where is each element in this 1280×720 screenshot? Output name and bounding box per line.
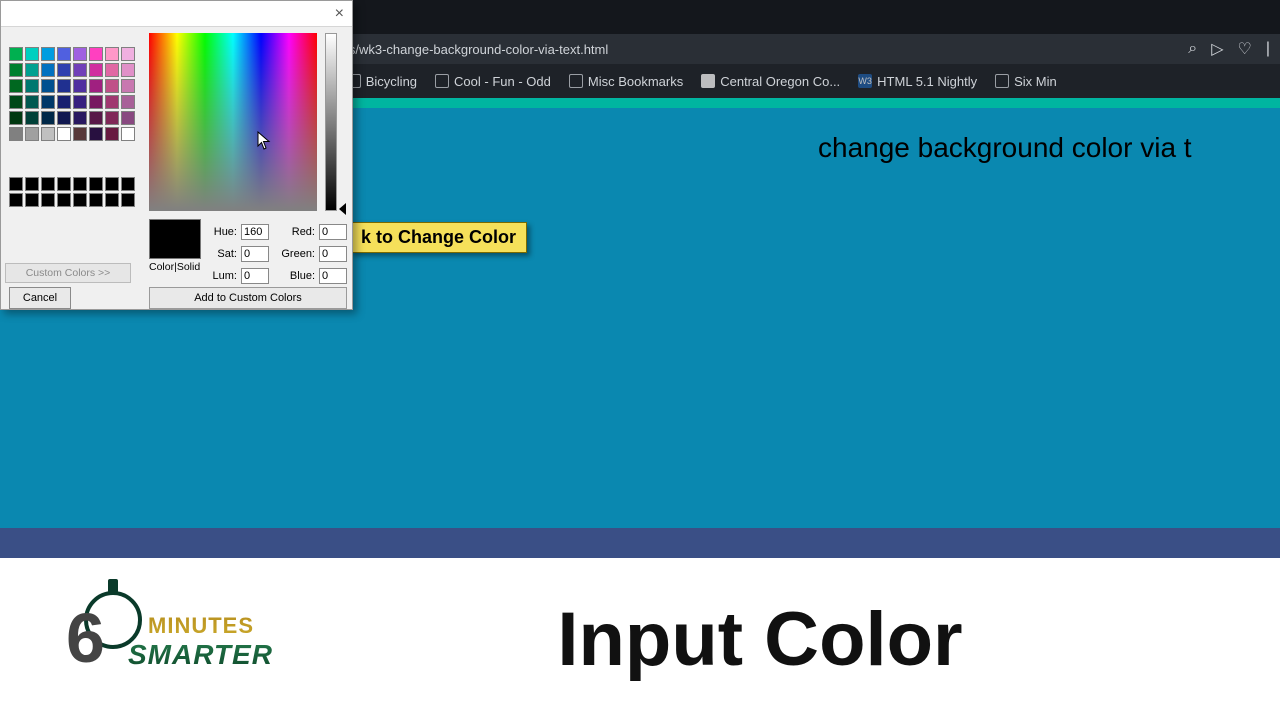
heart-icon[interactable]: ♡ xyxy=(1238,39,1252,59)
basic-color-swatch[interactable] xyxy=(25,127,39,141)
basic-colors-grid[interactable] xyxy=(9,47,135,141)
bookmark-html51[interactable]: W3HTML 5.1 Nightly xyxy=(858,74,977,89)
close-icon[interactable]: × xyxy=(335,5,344,23)
cancel-button[interactable]: Cancel xyxy=(9,287,71,309)
basic-color-swatch[interactable] xyxy=(41,95,55,109)
screenshot-icon[interactable]: ⌕ xyxy=(1188,40,1197,58)
basic-color-swatch[interactable] xyxy=(73,111,87,125)
green-input[interactable] xyxy=(319,246,347,262)
basic-color-swatch[interactable] xyxy=(9,63,23,77)
basic-color-swatch[interactable] xyxy=(105,63,119,77)
basic-color-swatch[interactable] xyxy=(57,127,71,141)
basic-color-swatch[interactable] xyxy=(25,79,39,93)
bookmark-six-min[interactable]: Six Min xyxy=(995,74,1057,89)
add-to-custom-colors-button[interactable]: Add to Custom Colors xyxy=(149,287,347,309)
basic-color-swatch[interactable] xyxy=(41,127,55,141)
define-custom-colors-button: Custom Colors >> xyxy=(5,263,131,283)
folder-icon xyxy=(569,74,583,88)
basic-color-swatch[interactable] xyxy=(57,47,71,61)
basic-color-swatch[interactable] xyxy=(105,95,119,109)
basic-color-swatch[interactable] xyxy=(105,79,119,93)
basic-color-swatch[interactable] xyxy=(73,79,87,93)
video-title-banner: 6 MINUTES SMARTER Input Color xyxy=(0,558,1280,720)
basic-color-swatch[interactable] xyxy=(89,47,103,61)
sat-input[interactable] xyxy=(241,246,269,262)
basic-color-swatch[interactable] xyxy=(41,63,55,77)
basic-color-swatch[interactable] xyxy=(73,47,87,61)
logo-minutes: MINUTES xyxy=(148,613,254,639)
divider-icon: | xyxy=(1266,40,1270,58)
basic-color-swatch[interactable] xyxy=(41,111,55,125)
basic-color-swatch[interactable] xyxy=(105,127,119,141)
basic-color-swatch[interactable] xyxy=(9,95,23,109)
basic-color-swatch[interactable] xyxy=(121,111,135,125)
w3c-icon: W3 xyxy=(858,74,872,88)
color-preview-swatch xyxy=(149,219,201,259)
six-minutes-smarter-logo: 6 MINUTES SMARTER xyxy=(60,579,320,699)
rgb-inputs: Red: Green: Blue: xyxy=(281,221,347,287)
luminance-slider[interactable] xyxy=(325,33,337,211)
color-solid-label: Color|Solid xyxy=(149,261,200,273)
basic-color-swatch[interactable] xyxy=(121,127,135,141)
bookmark-bicycling[interactable]: Bicycling xyxy=(347,74,417,89)
hsl-inputs: Hue: Sat: Lum: xyxy=(211,221,269,287)
basic-color-swatch[interactable] xyxy=(57,95,71,109)
bookmark-central-oregon[interactable]: Central Oregon Co... xyxy=(701,74,840,89)
blue-label: Blue: xyxy=(281,270,315,282)
basic-color-swatch[interactable] xyxy=(121,95,135,109)
reader-icon[interactable]: ▷ xyxy=(1211,39,1223,59)
folder-icon xyxy=(435,74,449,88)
color-picker-dialog: × Custom Colors >> Cancel Color|Solid Hu… xyxy=(0,0,353,310)
basic-color-swatch[interactable] xyxy=(105,111,119,125)
banner-title: Input Color xyxy=(320,596,1280,683)
red-label: Red: xyxy=(281,226,315,238)
basic-color-swatch[interactable] xyxy=(73,63,87,77)
lum-label: Lum: xyxy=(211,270,237,282)
basic-color-swatch[interactable] xyxy=(9,127,23,141)
custom-colors-grid[interactable] xyxy=(9,177,135,207)
basic-color-swatch[interactable] xyxy=(73,127,87,141)
bookmark-misc[interactable]: Misc Bookmarks xyxy=(569,74,683,89)
basic-color-swatch[interactable] xyxy=(121,63,135,77)
basic-color-swatch[interactable] xyxy=(89,79,103,93)
lum-input[interactable] xyxy=(241,268,269,284)
basic-color-swatch[interactable] xyxy=(89,63,103,77)
basic-color-swatch[interactable] xyxy=(9,79,23,93)
basic-color-swatch[interactable] xyxy=(9,47,23,61)
basic-color-swatch[interactable] xyxy=(57,63,71,77)
logo-smarter: SMARTER xyxy=(128,639,273,671)
sat-label: Sat: xyxy=(211,248,237,260)
banner-stripe xyxy=(0,528,1280,558)
basic-color-swatch[interactable] xyxy=(121,47,135,61)
red-input[interactable] xyxy=(319,224,347,240)
basic-color-swatch[interactable] xyxy=(57,111,71,125)
dialog-titlebar[interactable]: × xyxy=(1,1,352,27)
page-title: change background color via t xyxy=(818,132,1192,164)
basic-color-swatch[interactable] xyxy=(89,111,103,125)
folder-icon xyxy=(995,74,1009,88)
basic-color-swatch[interactable] xyxy=(25,95,39,109)
site-icon xyxy=(701,74,715,88)
basic-color-swatch[interactable] xyxy=(57,79,71,93)
green-label: Green: xyxy=(281,248,315,260)
logo-six: 6 xyxy=(66,603,105,673)
basic-color-swatch[interactable] xyxy=(89,95,103,109)
basic-color-swatch[interactable] xyxy=(9,111,23,125)
basic-color-swatch[interactable] xyxy=(105,47,119,61)
basic-color-swatch[interactable] xyxy=(121,79,135,93)
basic-color-swatch[interactable] xyxy=(41,79,55,93)
basic-color-swatch[interactable] xyxy=(25,63,39,77)
color-gradient-field[interactable] xyxy=(149,33,317,211)
hue-input[interactable] xyxy=(241,224,269,240)
basic-color-swatch[interactable] xyxy=(89,127,103,141)
basic-color-swatch[interactable] xyxy=(73,95,87,109)
bookmark-cool-fun-odd[interactable]: Cool - Fun - Odd xyxy=(435,74,551,89)
basic-color-swatch[interactable] xyxy=(25,47,39,61)
basic-color-swatch[interactable] xyxy=(25,111,39,125)
basic-color-swatch[interactable] xyxy=(41,47,55,61)
change-color-button[interactable]: k to Change Color xyxy=(350,222,527,253)
blue-input[interactable] xyxy=(319,268,347,284)
hue-label: Hue: xyxy=(211,226,237,238)
luminance-slider-thumb-icon[interactable] xyxy=(339,203,346,215)
